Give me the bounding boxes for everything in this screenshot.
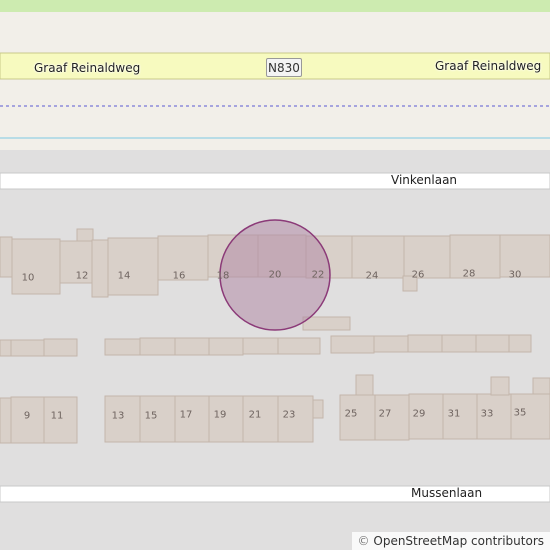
house-number: 31 xyxy=(447,408,461,420)
house-number: 19 xyxy=(213,409,227,421)
house-number: 12 xyxy=(75,270,89,282)
house-number: 16 xyxy=(172,270,186,282)
house-number: 29 xyxy=(412,408,426,420)
house-number: 17 xyxy=(179,409,193,421)
house-number: 28 xyxy=(462,268,476,280)
map-view[interactable]: Graaf Reinaldweg N830 Graaf Reinaldweg V… xyxy=(0,0,550,550)
house-number: 13 xyxy=(111,410,125,422)
house-number: 27 xyxy=(378,408,392,420)
house-number: 20 xyxy=(268,269,282,281)
attribution-bar: © OpenStreetMap contributors xyxy=(351,532,550,550)
copyright-icon: © xyxy=(357,534,370,548)
house-number: 30 xyxy=(508,269,522,281)
route-shield: N830 xyxy=(266,58,302,77)
street-label-mussenlaan: Mussenlaan xyxy=(411,486,483,500)
house-number: 18 xyxy=(216,270,230,282)
house-number: 9 xyxy=(23,410,31,422)
house-number: 10 xyxy=(21,272,35,284)
house-number: 14 xyxy=(117,270,131,282)
park-area xyxy=(0,0,550,12)
house-number: 22 xyxy=(311,269,325,281)
street-label-vinkenlaan: Vinkenlaan xyxy=(391,173,458,187)
house-number: 23 xyxy=(282,409,296,421)
house-number: 11 xyxy=(50,410,64,422)
road-label-right: Graaf Reinaldweg xyxy=(435,59,542,73)
attribution-link[interactable]: OpenStreetMap contributors xyxy=(373,534,544,548)
house-number: 15 xyxy=(144,410,158,422)
house-number: 25 xyxy=(344,408,358,420)
road-label-left: Graaf Reinaldweg xyxy=(34,61,141,75)
house-number: 33 xyxy=(480,408,494,420)
house-number: 24 xyxy=(365,270,379,282)
street-vinkenlaan xyxy=(0,172,550,190)
house-number: 26 xyxy=(411,269,425,281)
house-number: 21 xyxy=(248,409,262,421)
house-number: 35 xyxy=(513,407,527,419)
